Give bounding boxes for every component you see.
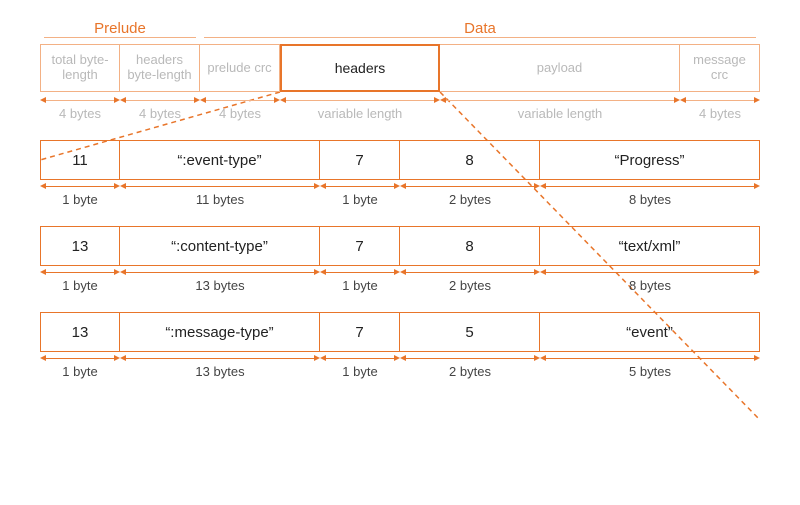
dim-prelude-crc: 4 bytes	[200, 96, 280, 121]
header-cell-dim: 8 bytes	[540, 268, 760, 293]
header-example-dims: 1 byte 11 bytes 1 byte 2 bytes 8 bytes	[40, 182, 760, 212]
group-prelude: Prelude	[40, 20, 200, 40]
field-headers: headers	[280, 44, 440, 92]
dim-message-crc: 4 bytes	[680, 96, 760, 121]
field-headers-byte-length: headers byte-length	[120, 44, 200, 92]
header-cell-dim: 5 bytes	[540, 354, 760, 379]
header-cell: 8	[400, 226, 540, 266]
header-cell-dim: 2 bytes	[400, 268, 540, 293]
header-cell: 7	[320, 312, 400, 352]
header-cell-dim: 1 byte	[320, 182, 400, 207]
field-label: payload	[537, 61, 583, 76]
cell-label: 7	[355, 152, 363, 169]
header-cell-dim: 2 bytes	[400, 354, 540, 379]
header-cell-dim: 2 bytes	[400, 182, 540, 207]
dim-label: 11 bytes	[196, 192, 244, 207]
dim-headers-byte-length: 4 bytes	[120, 96, 200, 121]
header-cell: 7	[320, 226, 400, 266]
dim-label: 1 byte	[62, 192, 97, 207]
header-cell-dim: 13 bytes	[120, 354, 320, 379]
dim-label: 1 byte	[342, 278, 377, 293]
header-cell-dim: 8 bytes	[540, 182, 760, 207]
field-label: total byte-length	[45, 53, 115, 83]
dim-label: 13 bytes	[195, 278, 244, 293]
cell-label: 11	[72, 152, 88, 169]
dim-label: 2 bytes	[449, 364, 491, 379]
header-cell: 13	[40, 226, 120, 266]
dim-label: 4 bytes	[219, 106, 261, 121]
dim-label: 2 bytes	[449, 278, 491, 293]
header-cell: “Progress”	[540, 140, 760, 180]
header-example-row: 13 “:content-type” 7 8 “text/xml”	[40, 226, 760, 266]
header-cell: “text/xml”	[540, 226, 760, 266]
header-cell: 7	[320, 140, 400, 180]
header-cell-dim: 1 byte	[320, 354, 400, 379]
header-cell-dim: 11 bytes	[120, 182, 320, 207]
dim-label: variable length	[518, 106, 603, 121]
dim-label: variable length	[318, 106, 403, 121]
field-total-byte-length: total byte-length	[40, 44, 120, 92]
cell-label: 8	[465, 238, 473, 255]
dim-label: 1 byte	[342, 364, 377, 379]
dim-label: 2 bytes	[449, 192, 491, 207]
dim-payload: variable length	[440, 96, 680, 121]
header-cell-dim: 1 byte	[320, 268, 400, 293]
header-example-row: 11 “:event-type” 7 8 “Progress”	[40, 140, 760, 180]
field-label: prelude crc	[207, 61, 271, 76]
cell-label: 13	[72, 238, 89, 255]
cell-label: 5	[465, 324, 473, 341]
dim-label: 1 byte	[62, 364, 97, 379]
cell-label: “text/xml”	[619, 238, 681, 255]
cell-label: “Progress”	[614, 152, 684, 169]
dim-label: 13 bytes	[195, 364, 244, 379]
cell-label: 7	[355, 324, 363, 341]
header-cell: “event”	[540, 312, 760, 352]
header-example-dims: 1 byte 13 bytes 1 byte 2 bytes 5 bytes	[40, 354, 760, 384]
message-structure-dims: 4 bytes 4 bytes 4 bytes variable length …	[40, 96, 760, 126]
header-example-dims: 1 byte 13 bytes 1 byte 2 bytes 8 bytes	[40, 268, 760, 298]
dim-label: 1 byte	[342, 192, 377, 207]
header-cell: “:event-type”	[120, 140, 320, 180]
field-label: headers byte-length	[124, 53, 195, 83]
cell-label: “:message-type”	[165, 324, 273, 341]
dim-label: 4 bytes	[699, 106, 741, 121]
cell-label: “event”	[626, 324, 673, 341]
top-section-labels: Prelude Data	[40, 20, 760, 44]
cell-label: “:event-type”	[177, 152, 261, 169]
header-cell: “:message-type”	[120, 312, 320, 352]
header-cell-dim: 1 byte	[40, 182, 120, 207]
dim-headers: variable length	[280, 96, 440, 121]
header-cell-dim: 1 byte	[40, 268, 120, 293]
dim-label: 8 bytes	[629, 278, 671, 293]
dim-label: 8 bytes	[629, 192, 671, 207]
field-label: message crc	[684, 53, 755, 83]
header-cell: 5	[400, 312, 540, 352]
header-cell-dim: 13 bytes	[120, 268, 320, 293]
field-label: headers	[335, 60, 386, 76]
cell-label: “:content-type”	[171, 238, 268, 255]
message-structure-row: total byte-length headers byte-length pr…	[40, 44, 760, 92]
cell-label: 8	[465, 152, 473, 169]
field-prelude-crc: prelude crc	[200, 44, 280, 92]
header-cell: “:content-type”	[120, 226, 320, 266]
group-label: Data	[200, 20, 760, 37]
dim-label: 1 byte	[62, 278, 97, 293]
header-cell-dim: 1 byte	[40, 354, 120, 379]
group-data: Data	[200, 20, 760, 40]
cell-label: 13	[72, 324, 89, 341]
dim-label: 4 bytes	[59, 106, 101, 121]
field-message-crc: message crc	[680, 44, 760, 92]
header-cell: 13	[40, 312, 120, 352]
cell-label: 7	[355, 238, 363, 255]
header-cell: 11	[40, 140, 120, 180]
dim-label: 4 bytes	[139, 106, 181, 121]
header-example-row: 13 “:message-type” 7 5 “event”	[40, 312, 760, 352]
header-cell: 8	[400, 140, 540, 180]
group-label: Prelude	[40, 20, 200, 37]
field-payload: payload	[440, 44, 680, 92]
dim-label: 5 bytes	[629, 364, 671, 379]
dim-total-byte-length: 4 bytes	[40, 96, 120, 121]
